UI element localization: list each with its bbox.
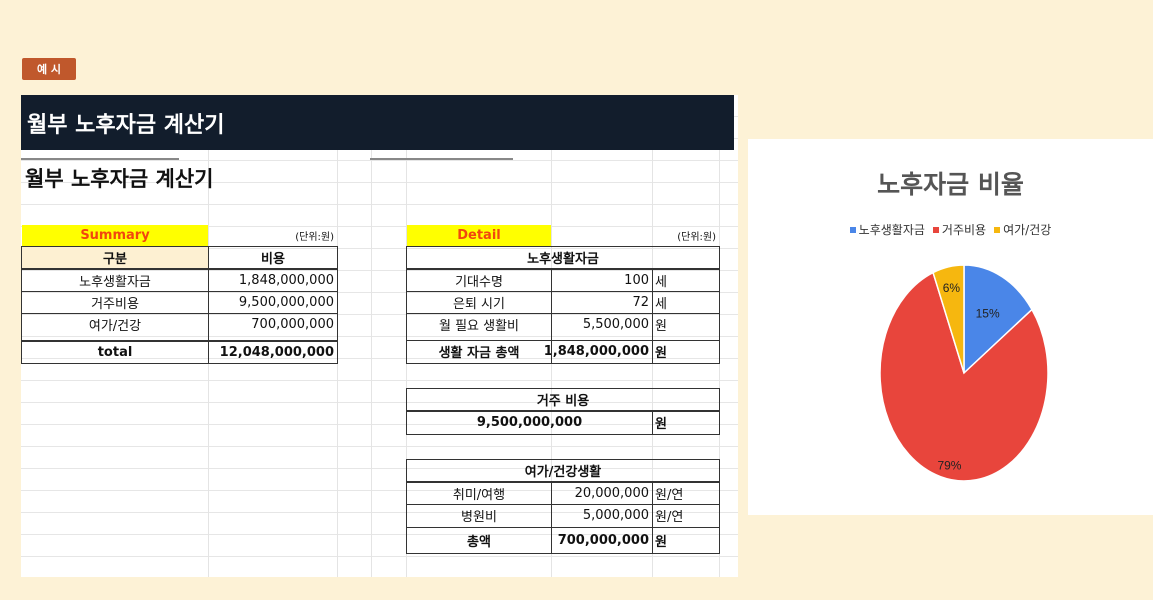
summary-total-label: total	[97, 345, 133, 360]
detail-unit: (단위:원)	[677, 232, 716, 243]
example-badge: 예 시	[22, 58, 76, 80]
housing-value: 9,500,000,000	[476, 415, 583, 430]
living-row-unit: 원	[655, 319, 667, 334]
leisure-total-unit: 원	[655, 535, 667, 550]
summary-unit: (단위:원)	[295, 232, 334, 243]
living-row-unit: 세	[655, 275, 667, 290]
summary-row-label: 여가/건강	[88, 319, 142, 334]
page-title: 월부 노후자금 계산기	[25, 167, 214, 191]
housing-unit: 원	[655, 417, 667, 432]
living-row-label: 월 필요 생활비	[438, 319, 520, 334]
grid-col-line	[337, 95, 338, 577]
leisure-total-label: 총액	[467, 535, 491, 550]
leisure-total-value: 700,000,000	[557, 533, 649, 548]
table-line	[406, 410, 720, 412]
table-line	[406, 313, 720, 314]
summary-col-header-cost: 비용	[261, 252, 285, 267]
table-line	[406, 340, 720, 341]
table-line	[406, 527, 720, 528]
legend-item: 노후생활자금	[849, 221, 925, 238]
table-line	[551, 481, 552, 554]
summary-row-label: 거주비용	[91, 297, 139, 312]
table-line	[406, 291, 720, 292]
leisure-row-label: 취미/여행	[452, 488, 506, 503]
table-line	[21, 291, 338, 292]
spreadsheet-area: 월부 노후자금 계산기 월부 노후자금 계산기 Summary (단위:원) 구…	[21, 95, 738, 577]
legend-label: 노후생활자금	[858, 223, 925, 237]
living-row-value: 5,500,000	[582, 317, 649, 332]
table-line	[652, 481, 653, 554]
legend-swatch	[932, 226, 939, 233]
table-line	[21, 313, 338, 314]
pie-data-label: 15%	[976, 306, 1000, 320]
pie-chart-card: 노후자금 비율 노후생활자금 거주비용 여가/건강 15% 79% 6%	[748, 139, 1153, 515]
legend-swatch	[994, 226, 1001, 233]
table-line	[406, 504, 720, 505]
table-line	[551, 268, 552, 364]
legend-swatch	[849, 226, 856, 233]
table-line	[652, 268, 653, 364]
living-funds-title: 노후생활자금	[527, 252, 599, 267]
grid-col-line	[371, 95, 372, 577]
banner-title: 월부 노후자금 계산기	[21, 95, 734, 150]
living-row-unit: 세	[655, 297, 667, 312]
living-total-value: 1,848,000,000	[543, 344, 649, 359]
summary-row-value: 9,500,000,000	[238, 295, 334, 310]
living-total-unit: 원	[655, 346, 667, 361]
leisure-row-unit: 원/연	[655, 488, 684, 503]
housing-title: 거주 비용	[536, 394, 590, 409]
summary-row-label: 노후생활자금	[79, 275, 151, 290]
table-line	[652, 410, 653, 435]
leisure-row-value: 20,000,000	[574, 486, 649, 501]
table-line	[406, 481, 720, 483]
leisure-row-value: 5,000,000	[582, 508, 649, 523]
pie-chart: 15% 79% 6%	[879, 264, 1049, 482]
summary-row-value: 1,848,000,000	[238, 273, 334, 288]
chart-legend: 노후생활자금 거주비용 여가/건강	[748, 221, 1153, 238]
legend-label: 거주비용	[941, 223, 987, 237]
pie-data-label: 6%	[943, 281, 961, 295]
leisure-title: 여가/건강생활	[524, 465, 602, 480]
living-total-label: 생활 자금 총액	[438, 346, 520, 361]
divider	[21, 158, 179, 160]
legend-label: 여가/건강	[1003, 223, 1052, 237]
legend-item: 여가/건강	[994, 221, 1051, 238]
table-line	[406, 268, 720, 270]
detail-header: Detail	[407, 225, 551, 246]
summary-header: Summary	[22, 225, 208, 246]
pie-data-label: 79%	[937, 458, 961, 472]
divider	[370, 158, 513, 160]
summary-col-header-category: 구분	[22, 247, 208, 268]
living-row-label: 은퇴 시기	[453, 297, 505, 312]
legend-item: 거주비용	[932, 221, 987, 238]
living-row-value: 72	[632, 295, 649, 310]
chart-title: 노후자금 비율	[877, 170, 1024, 199]
table-line	[208, 246, 209, 364]
living-row-value: 100	[624, 273, 649, 288]
summary-row-value: 700,000,000	[251, 317, 334, 332]
table-line	[21, 268, 338, 270]
summary-total-value: 12,048,000,000	[219, 345, 334, 360]
leisure-row-label: 병원비	[461, 510, 497, 525]
table-line	[21, 340, 338, 342]
living-row-label: 기대수명	[455, 275, 503, 290]
leisure-row-unit: 원/연	[655, 510, 684, 525]
